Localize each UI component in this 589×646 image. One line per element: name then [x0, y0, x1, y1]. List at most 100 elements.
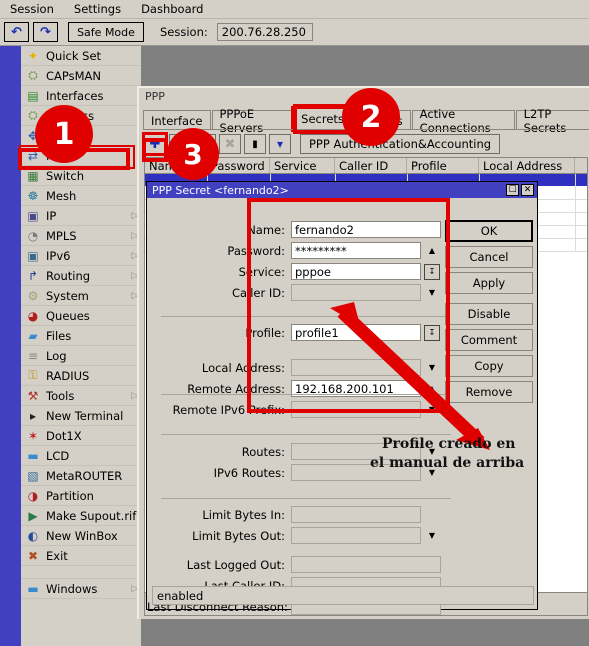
- spinner-up-icon[interactable]: ▲: [424, 246, 440, 255]
- button-label: Cancel: [469, 250, 509, 264]
- menu-item-dashboard[interactable]: Dashboard: [131, 0, 213, 18]
- sidebar-item-dot1x[interactable]: ✶ Dot1X: [21, 426, 141, 446]
- sidebar-item-log[interactable]: ≡ Log: [21, 346, 141, 366]
- field-input-caller-id[interactable]: [291, 284, 421, 301]
- field-row-remote-address: Remote Address: 192.168.200.101 ▲: [147, 379, 440, 398]
- sidebar-item-ipv6[interactable]: ▣ IPv6 ▷: [21, 246, 141, 266]
- sidebar-item-label: Make Supout.rif: [46, 508, 137, 523]
- ppp-aaa-button[interactable]: PPP Authentication&Accounting: [300, 134, 501, 154]
- undo-button[interactable]: ↶: [4, 22, 29, 42]
- session-label: Session:: [160, 25, 208, 39]
- files-icon: ▰: [28, 328, 38, 343]
- disable-button[interactable]: Disable: [445, 303, 533, 325]
- field-input-service[interactable]: pppoe: [291, 263, 421, 280]
- field-label-ipv6-routes: IPv6 Routes:: [213, 465, 285, 480]
- close-icon[interactable]: ✕: [521, 184, 534, 196]
- field-input-password[interactable]: *********: [291, 242, 421, 259]
- button-label: Disable: [467, 307, 511, 321]
- sidebar-item-quick-set[interactable]: ✦ Quick Set: [21, 46, 141, 66]
- sidebar-item-metarouter[interactable]: ▧ MetaROUTER: [21, 466, 141, 486]
- menu-item-session[interactable]: Session: [0, 0, 64, 18]
- sidebar-item-lcd[interactable]: ▬ LCD: [21, 446, 141, 466]
- sidebar-item-radius[interactable]: ⚿ RADIUS: [21, 366, 141, 386]
- ip-icon: ▣: [27, 208, 39, 223]
- tab-interface[interactable]: Interface: [143, 110, 211, 130]
- field-input-last-logged-out[interactable]: [291, 556, 441, 573]
- sidebar-item-mpls[interactable]: ◔ MPLS ▷: [21, 226, 141, 246]
- field-row-limit-bytes-in: Limit Bytes In:: [147, 505, 421, 524]
- field-input-remote-ipv6-prefix[interactable]: [291, 401, 421, 418]
- chevron-down-icon[interactable]: ▼: [424, 363, 440, 372]
- spinner-up-icon[interactable]: ▲: [424, 384, 440, 393]
- sidebar-item-system[interactable]: ⚙ System ▷: [21, 286, 141, 306]
- sidebar-item-partition[interactable]: ◑ Partition: [21, 486, 141, 506]
- column-header-label: Profile: [411, 158, 447, 173]
- field-input-limit-bytes-out[interactable]: [291, 527, 421, 544]
- annotation-note-line1: Profile creado en: [382, 436, 516, 452]
- tab-l2tp-secrets[interactable]: L2TP Secrets: [515, 107, 589, 135]
- sidebar-item-exit[interactable]: ✖ Exit: [21, 546, 141, 566]
- session-address-field[interactable]: 200.76.28.250: [216, 23, 313, 41]
- ok-button[interactable]: OK: [445, 220, 533, 242]
- filter-button[interactable]: ▾: [269, 134, 291, 154]
- sidebar-item-capsman[interactable]: ⛭ CAPsMAN: [21, 66, 141, 86]
- field-row-last-logged-out: Last Logged Out:: [147, 555, 441, 574]
- sidebar-item-switch[interactable]: ▦ Switch: [21, 166, 141, 186]
- sidebar-item-interfaces[interactable]: ▤ Interfaces: [21, 86, 141, 106]
- sidebar-item-make-supout-rif[interactable]: ▶ Make Supout.rif: [21, 506, 141, 526]
- sidebar-item-label: Log: [46, 348, 67, 363]
- sidebar-item-label: Queues: [46, 308, 90, 323]
- main-toolbar: ↶ ↷ Safe Mode Session: 200.76.28.250: [0, 19, 589, 46]
- sidebar-item-tools[interactable]: ⚒ Tools ▷: [21, 386, 141, 406]
- field-input-limit-bytes-in[interactable]: [291, 506, 421, 523]
- apply-button[interactable]: Apply: [445, 272, 533, 294]
- field-input-local-address[interactable]: [291, 359, 421, 376]
- field-row-name: Name: fernando2: [147, 220, 441, 239]
- dropdown-toggle-icon[interactable]: ↧: [424, 324, 440, 341]
- column-header-profile[interactable]: Profile: [407, 158, 479, 173]
- sidebar-item-label: System: [46, 288, 89, 303]
- copy-button[interactable]: Copy: [445, 355, 533, 377]
- menu-item-settings[interactable]: Settings: [64, 0, 131, 18]
- exit-icon: ✖: [27, 548, 39, 563]
- sidebar-item-new-winbox[interactable]: ◐ New WinBox: [21, 526, 141, 546]
- divider: [161, 316, 451, 317]
- dialog-title-text: PPP Secret <fernando2>: [152, 183, 289, 197]
- chevron-down-icon[interactable]: ▼: [424, 288, 440, 297]
- sidebar-item-windows[interactable]: ▬ Windows ▷: [21, 579, 141, 599]
- sidebar-item-ip[interactable]: ▣ IP ▷: [21, 206, 141, 226]
- column-header-service[interactable]: Service: [270, 158, 335, 173]
- plus-icon: ✚: [149, 136, 161, 152]
- tab-active-connections[interactable]: Active Connections: [411, 107, 515, 135]
- safe-mode-button[interactable]: Safe Mode: [68, 22, 144, 42]
- sidebar-item-label: Tools: [46, 388, 75, 403]
- comment-button[interactable]: ▮: [244, 134, 266, 154]
- field-label-remote-ipv6-prefix: Remote IPv6 Prefix:: [172, 402, 285, 417]
- sidebar-item-routing[interactable]: ↱ Routing ▷: [21, 266, 141, 286]
- disable-secret-button[interactable]: ✖: [219, 134, 241, 154]
- column-header-local-address[interactable]: Local Address: [479, 158, 575, 173]
- field-input-profile[interactable]: profile1: [291, 324, 421, 341]
- add-secret-button[interactable]: ✚: [142, 132, 168, 156]
- sidebar-accent-strip: [0, 46, 21, 646]
- sidebar-item-mesh[interactable]: ☸ Mesh: [21, 186, 141, 206]
- cancel-button[interactable]: Cancel: [445, 246, 533, 268]
- column-header-label: Service: [274, 158, 317, 173]
- sidebar-item-files[interactable]: ▰ Files: [21, 326, 141, 346]
- field-label-name: Name:: [247, 222, 285, 237]
- chevron-down-icon[interactable]: ▼: [424, 405, 440, 414]
- redo-arrow-icon: ↷: [40, 24, 51, 40]
- remove-button[interactable]: Remove: [445, 381, 533, 403]
- comment-button[interactable]: Comment: [445, 329, 533, 351]
- column-divider: [575, 174, 576, 252]
- sidebar-item-new-terminal[interactable]: ▸ New Terminal: [21, 406, 141, 426]
- tab-pppoe-servers[interactable]: PPPoE Servers: [211, 107, 293, 135]
- sidebar-item-queues[interactable]: ◕ Queues: [21, 306, 141, 326]
- dropdown-toggle-icon[interactable]: ↧: [424, 263, 440, 280]
- redo-button[interactable]: ↷: [33, 22, 58, 42]
- tools-icon: ⚒: [27, 388, 39, 403]
- field-input-name[interactable]: fernando2: [291, 221, 441, 238]
- chevron-down-icon[interactable]: ▼: [424, 531, 440, 540]
- column-header-caller-id[interactable]: Caller ID: [335, 158, 407, 173]
- maximize-icon[interactable]: ☐: [506, 184, 519, 196]
